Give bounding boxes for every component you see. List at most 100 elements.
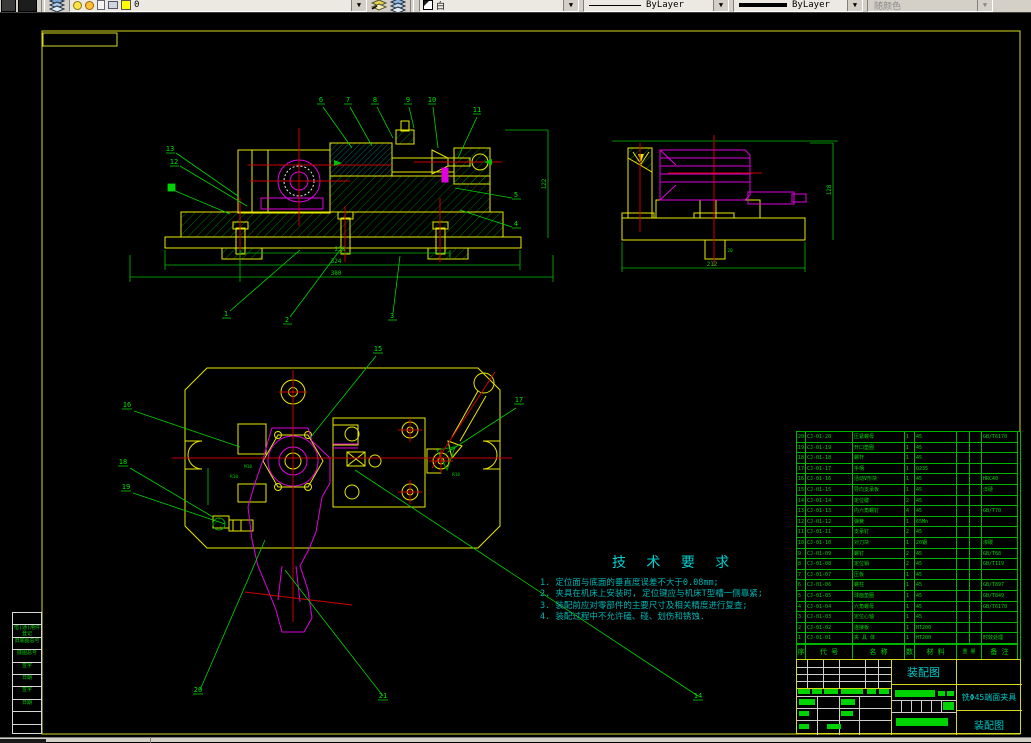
sheet-name: 装配图: [974, 721, 1004, 732]
part-name: 定位键: [853, 495, 905, 507]
part-code: CJ-01-11: [806, 527, 853, 538]
part-code: CJ-01-06: [806, 580, 853, 591]
part-weight-total: [970, 463, 982, 475]
svg-text:4: 4: [514, 220, 518, 228]
part-material: 45: [915, 495, 957, 507]
part-no: 1: [797, 633, 806, 644]
part-note: GB/T6170: [982, 432, 1018, 443]
part-qty: 1: [905, 516, 915, 528]
margin-signature-table: 借(通)用件登记 旧底图总号 底图总号 签字 日期 签字 日期: [12, 612, 42, 734]
svg-text:16: 16: [123, 401, 131, 409]
part-weight-total: [970, 580, 982, 591]
svg-text:6: 6: [319, 96, 323, 104]
margin-table-row: 签字: [13, 687, 41, 700]
svg-text:21: 21: [379, 692, 387, 700]
part-name: 定位销: [853, 559, 905, 570]
part-note: [982, 622, 1018, 634]
svg-text:12: 12: [170, 158, 178, 166]
part-code: CJ-01-02: [806, 622, 853, 634]
header-material: 材 料: [915, 643, 957, 659]
part-no: 20: [797, 432, 806, 443]
part-material: 45: [915, 580, 957, 591]
part-weight-total: [970, 622, 982, 634]
svg-text:R10: R10: [452, 472, 460, 478]
part-code: CJ-01-16: [806, 474, 853, 485]
part-weight-total: [970, 442, 982, 454]
part-note: [982, 516, 1018, 528]
drawing-name: 装配图: [907, 666, 940, 679]
part-name: 开口垫圈: [853, 442, 905, 454]
part-code: CJ-01-12: [806, 516, 853, 528]
part-qty: 1: [905, 633, 915, 644]
layout-tab-stub[interactable]: [0, 739, 46, 743]
part-weight-unit: [957, 442, 970, 454]
side-view: 212 128 20: [612, 135, 838, 272]
part-material: 65Mn: [915, 516, 957, 528]
svg-text:R10: R10: [230, 474, 238, 480]
svg-text:5: 5: [514, 191, 518, 199]
part-name: 压紧螺母: [853, 432, 905, 443]
technical-requirements: 技 术 要 求 1. 定位面与底面的垂直度误差不大于0.08mm; 2. 夹具在…: [540, 552, 785, 624]
parts-list-rows: 20 CJ-01-20 压紧螺母 1 45 GB/T6170 19 CJ-01-…: [797, 432, 1020, 644]
part-qty: 1: [905, 442, 915, 454]
part-material: 45: [915, 506, 957, 517]
part-name: 螺杆: [853, 453, 905, 464]
part-no: 2: [797, 622, 806, 634]
part-qty: 1: [905, 453, 915, 464]
statusbar-divider: [150, 738, 151, 743]
svg-text:7: 7: [346, 96, 350, 104]
part-qty: 1: [905, 484, 915, 496]
part-note: [982, 442, 1018, 454]
part-weight-total: [970, 612, 982, 623]
part-weight-unit: [957, 580, 970, 591]
part-weight-unit: [957, 527, 970, 538]
part-no: 16: [797, 474, 806, 485]
margin-table-row: 日期: [13, 700, 41, 713]
part-code: CJ-01-08: [806, 559, 853, 570]
tech-requirement-item: 4. 装配过程中不允许磕、碰、划伤和锈蚀.: [540, 612, 705, 623]
svg-text:20: 20: [194, 686, 202, 694]
svg-text:15: 15: [374, 345, 382, 353]
part-material: 45: [915, 527, 957, 538]
svg-text:128: 128: [826, 184, 833, 195]
part-no: 13: [797, 506, 806, 517]
part-code: CJ-01-03: [806, 612, 853, 623]
part-note: [982, 527, 1018, 538]
header-weight: 重 量: [957, 643, 982, 659]
svg-text:17: 17: [515, 396, 523, 404]
svg-text:19: 19: [122, 483, 130, 491]
part-qty: 2: [905, 527, 915, 538]
part-code: CJ-01-13: [806, 506, 853, 517]
tech-requirement-item: 2. 夹具在机床上安装时, 定位键应与机床T型槽一侧靠紧;: [540, 589, 763, 600]
svg-text:1: 1: [224, 310, 228, 318]
svg-text:M10: M10: [244, 464, 252, 470]
header-name: 名 称: [853, 643, 905, 659]
part-weight-unit: [957, 463, 970, 475]
part-note: [982, 453, 1018, 464]
part-weight-total: [970, 432, 982, 443]
part-material: 45: [915, 453, 957, 464]
part-note: GB/T849: [982, 590, 1018, 602]
part-material: 45: [915, 442, 957, 454]
part-note: [982, 612, 1018, 623]
svg-text:10: 10: [428, 96, 436, 104]
part-no: 4: [797, 601, 806, 613]
part-name: 对刀块: [853, 537, 905, 549]
part-material: 45: [915, 559, 957, 570]
part-qty: 1: [905, 590, 915, 602]
tech-requirements-title: 技 术 要 求: [612, 555, 736, 571]
part-name: 连接板: [853, 622, 905, 634]
part-weight-total: [970, 506, 982, 517]
tech-requirement-item: 3. 装配前应对零部件的主要尺寸及相关精度进行复查;: [540, 600, 748, 611]
part-material: HT200: [915, 622, 957, 634]
part-code: CJ-01-09: [806, 548, 853, 560]
header-qty: 数: [905, 643, 915, 659]
part-material: 45: [915, 474, 957, 485]
part-material: 45: [915, 590, 957, 602]
parts-list-header: 序 代 号 名 称 数 材 料 重 量 备 注: [797, 643, 1020, 659]
front-view: [164, 120, 522, 262]
part-weight-total: [970, 453, 982, 464]
svg-text:13: 13: [166, 145, 174, 153]
margin-table-row: 借(通)用件登记: [13, 625, 41, 638]
part-weight-unit: [957, 548, 970, 560]
